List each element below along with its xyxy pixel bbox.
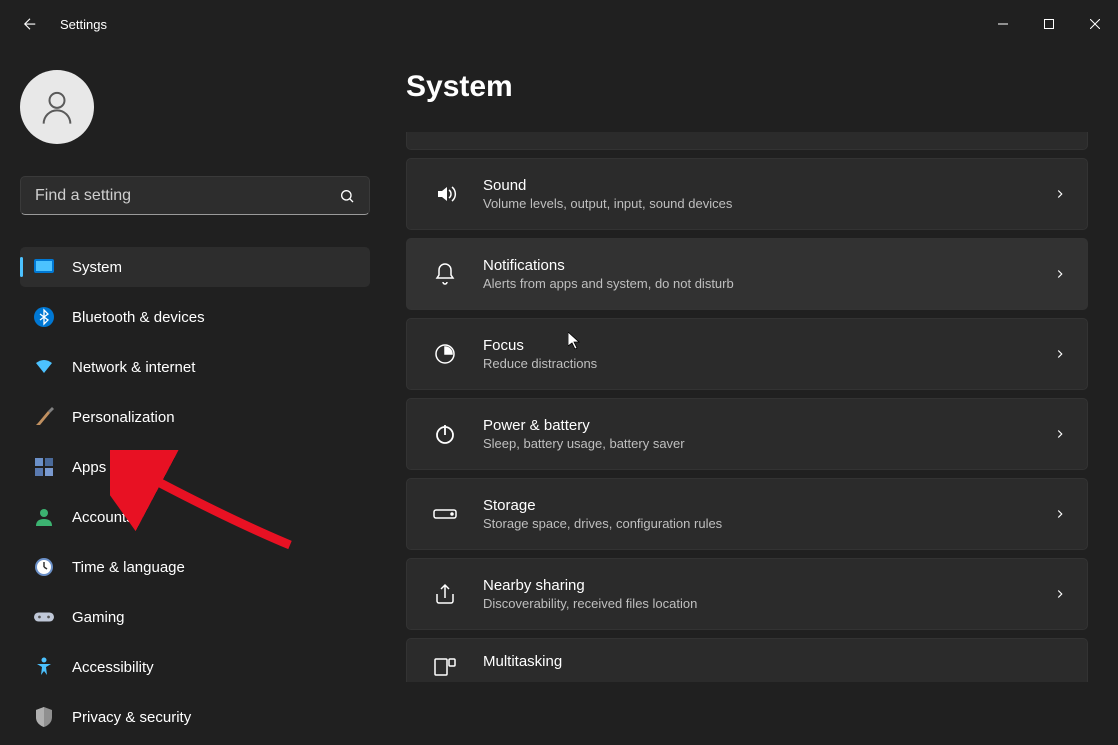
search-icon xyxy=(339,188,355,204)
card-title: Notifications xyxy=(483,257,1053,274)
card-title: Storage xyxy=(483,497,1053,514)
sidebar-item-label: Time & language xyxy=(72,559,185,576)
card-title: Power & battery xyxy=(483,417,1053,434)
titlebar-left: Settings xyxy=(18,12,107,36)
setting-card-storage[interactable]: Storage Storage space, drives, configura… xyxy=(406,478,1088,550)
sidebar-item-bluetooth[interactable]: Bluetooth & devices xyxy=(20,297,370,337)
person-icon xyxy=(34,507,54,527)
chevron-right-icon xyxy=(1053,267,1067,281)
display-icon xyxy=(34,257,54,277)
user-avatar[interactable] xyxy=(20,70,94,144)
card-title: Nearby sharing xyxy=(483,577,1053,594)
maximize-icon xyxy=(1044,19,1054,29)
card-desc: Storage space, drives, configuration rul… xyxy=(483,516,1053,531)
sidebar-item-gaming[interactable]: Gaming xyxy=(20,597,370,637)
settings-list: Sound Volume levels, output, input, soun… xyxy=(406,132,1088,682)
setting-card-nearby[interactable]: Nearby sharing Discoverability, received… xyxy=(406,558,1088,630)
sidebar-item-label: Privacy & security xyxy=(72,709,191,726)
content: System Sound Volume levels, output, inpu… xyxy=(380,48,1118,745)
card-title: Focus xyxy=(483,337,1053,354)
sidebar-item-network[interactable]: Network & internet xyxy=(20,347,370,387)
sidebar-item-label: Apps xyxy=(72,459,106,476)
brush-icon xyxy=(34,407,54,427)
sidebar-item-personalization[interactable]: Personalization xyxy=(20,397,370,437)
back-button[interactable] xyxy=(18,12,42,36)
card-desc: Reduce distractions xyxy=(483,356,1053,371)
window-controls xyxy=(980,8,1118,40)
apps-icon xyxy=(34,457,54,477)
search-input[interactable] xyxy=(35,187,339,205)
sidebar-item-accessibility[interactable]: Accessibility xyxy=(20,647,370,687)
minimize-icon xyxy=(998,19,1008,29)
power-icon xyxy=(431,420,459,448)
shield-icon xyxy=(34,707,54,727)
setting-card-multitasking[interactable]: Multitasking xyxy=(406,638,1088,682)
card-text: Sound Volume levels, output, input, soun… xyxy=(483,177,1053,211)
chevron-right-icon xyxy=(1053,507,1067,521)
card-text: Storage Storage space, drives, configura… xyxy=(483,497,1053,531)
setting-card-notifications[interactable]: Notifications Alerts from apps and syste… xyxy=(406,238,1088,310)
back-arrow-icon xyxy=(21,15,39,33)
sidebar-item-privacy[interactable]: Privacy & security xyxy=(20,697,370,737)
wifi-icon xyxy=(34,357,54,377)
card-desc: Sleep, battery usage, battery saver xyxy=(483,436,1053,451)
sidebar-item-label: Personalization xyxy=(72,409,175,426)
card-text: Notifications Alerts from apps and syste… xyxy=(483,257,1053,291)
sidebar-item-label: Bluetooth & devices xyxy=(72,309,205,326)
chevron-right-icon xyxy=(1053,587,1067,601)
focus-icon xyxy=(431,340,459,368)
sidebar-item-time[interactable]: Time & language xyxy=(20,547,370,587)
sidebar-item-system[interactable]: System xyxy=(20,247,370,287)
storage-icon xyxy=(431,500,459,528)
gamepad-icon xyxy=(34,607,54,627)
share-icon xyxy=(431,580,459,608)
accessibility-icon xyxy=(34,657,54,677)
minimize-button[interactable] xyxy=(980,8,1026,40)
setting-card-focus[interactable]: Focus Reduce distractions xyxy=(406,318,1088,390)
card-desc: Volume levels, output, input, sound devi… xyxy=(483,196,1053,211)
titlebar: Settings xyxy=(0,0,1118,48)
app-title: Settings xyxy=(60,17,107,32)
sidebar-item-label: Accounts xyxy=(72,509,134,526)
setting-card-sound[interactable]: Sound Volume levels, output, input, soun… xyxy=(406,158,1088,230)
multitask-icon xyxy=(431,653,459,681)
card-desc: Discoverability, received files location xyxy=(483,596,1053,611)
sidebar-item-label: Accessibility xyxy=(72,659,154,676)
sidebar-item-label: System xyxy=(72,259,122,276)
chevron-right-icon xyxy=(1053,427,1067,441)
card-text: Multitasking xyxy=(483,653,1067,670)
nav-list: System Bluetooth & devices Network & int… xyxy=(20,247,380,745)
card-title: Multitasking xyxy=(483,653,1067,670)
main-layout: System Bluetooth & devices Network & int… xyxy=(0,48,1118,745)
sidebar: System Bluetooth & devices Network & int… xyxy=(0,48,380,745)
avatar-icon xyxy=(37,87,77,127)
close-icon xyxy=(1090,19,1100,29)
card-text: Power & battery Sleep, battery usage, ba… xyxy=(483,417,1053,451)
sound-icon xyxy=(431,180,459,208)
sidebar-item-label: Gaming xyxy=(72,609,125,626)
chevron-right-icon xyxy=(1053,187,1067,201)
clock-icon xyxy=(34,557,54,577)
sidebar-item-apps[interactable]: Apps xyxy=(20,447,370,487)
card-text: Nearby sharing Discoverability, received… xyxy=(483,577,1053,611)
setting-card-partial[interactable] xyxy=(406,132,1088,150)
maximize-button[interactable] xyxy=(1026,8,1072,40)
sidebar-item-accounts[interactable]: Accounts xyxy=(20,497,370,537)
setting-card-power[interactable]: Power & battery Sleep, battery usage, ba… xyxy=(406,398,1088,470)
close-button[interactable] xyxy=(1072,8,1118,40)
search-box[interactable] xyxy=(20,176,370,216)
card-desc: Alerts from apps and system, do not dist… xyxy=(483,276,1053,291)
chevron-right-icon xyxy=(1053,347,1067,361)
card-title: Sound xyxy=(483,177,1053,194)
card-text: Focus Reduce distractions xyxy=(483,337,1053,371)
bell-icon xyxy=(431,260,459,288)
bluetooth-icon xyxy=(34,307,54,327)
page-title: System xyxy=(406,70,1088,104)
sidebar-item-label: Network & internet xyxy=(72,359,195,376)
